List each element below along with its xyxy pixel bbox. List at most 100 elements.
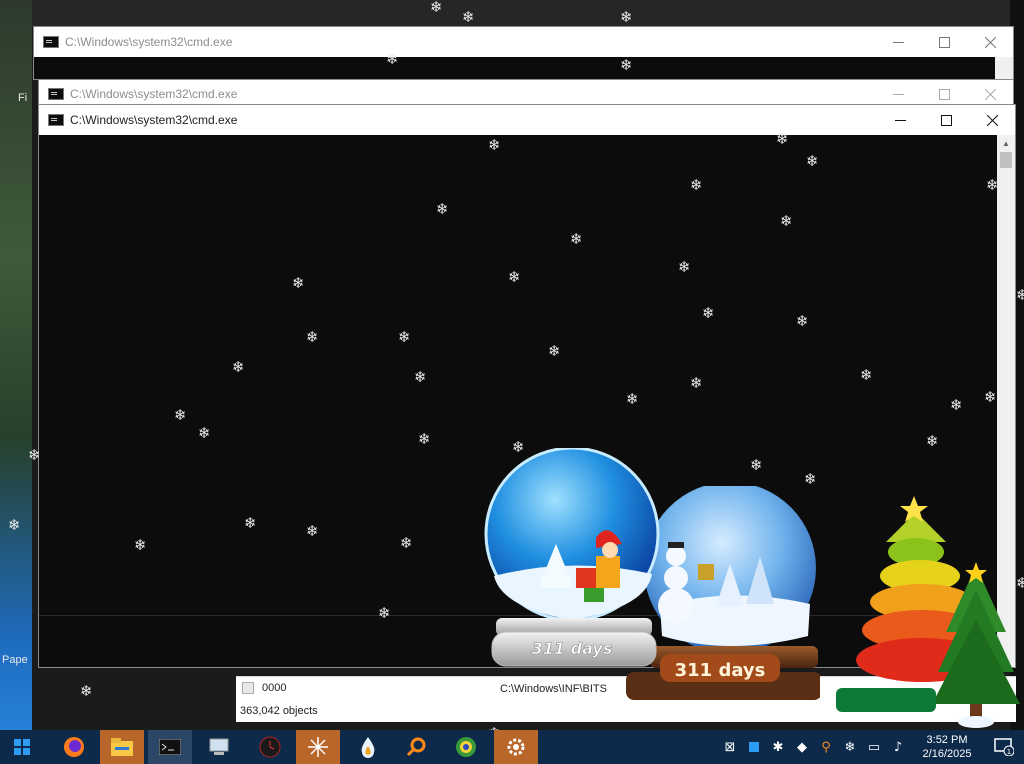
tray-blue-square-icon[interactable] (742, 730, 766, 764)
snowflake-icon: ❄ (806, 152, 819, 170)
snowflake-icon: ❄ (400, 534, 413, 552)
taskbar-file-explorer[interactable] (100, 730, 144, 764)
system-tray: ⊠ ✱ ◆ ⚲ ❄ ▭ ♪ 3:52 PM 2/16/2025 1 (718, 730, 1024, 764)
tray-search-icon[interactable]: ⚲ (814, 730, 838, 764)
taskbar-computer[interactable] (198, 730, 242, 764)
snowflake-icon: ❄ (780, 212, 793, 230)
desktop-label-2: Pape (2, 654, 28, 666)
globe-days-label: 311 days (675, 660, 766, 681)
desktop-top-strip (0, 0, 1024, 26)
snowflake-icon: ❄ (626, 390, 639, 408)
snowflake-icon: ❄ (306, 522, 319, 540)
snowflake-icon: ❄ (430, 0, 443, 16)
tray-network-icon[interactable]: ▭ (862, 730, 886, 764)
snow-globe-presents: 311 days (476, 446, 672, 670)
snowflake-icon: ❄ (378, 604, 391, 622)
snowflake-icon: ❄ (306, 328, 319, 346)
scrollbar[interactable] (995, 57, 1013, 79)
snowflake-icon: ❄ (984, 388, 997, 406)
minimize-button[interactable] (875, 27, 921, 57)
tray-snowflake-icon[interactable]: ❄ (838, 730, 862, 764)
console-area[interactable] (34, 57, 995, 79)
snowflake-icon: ❄ (548, 342, 561, 360)
snowflake-icon: ❄ (244, 514, 257, 532)
globe-app-icon (456, 737, 476, 757)
maximize-icon (938, 36, 950, 48)
close-icon (984, 88, 996, 100)
scroll-thumb[interactable] (1000, 152, 1012, 168)
file-name[interactable]: 0000 (262, 682, 286, 694)
snowflake-icon: ❄ (418, 430, 431, 448)
window-title: C:\Windows\system32\cmd.exe (65, 35, 233, 49)
minimize-icon (892, 41, 904, 43)
tray-network-security-icon[interactable]: ⊠ (718, 730, 742, 764)
snowflake-app-icon (308, 737, 328, 757)
snowflake-icon: ❄ (796, 312, 809, 330)
taskbar-water-app[interactable] (346, 730, 390, 764)
snowflake-icon: ❄ (134, 536, 147, 554)
close-button[interactable] (969, 105, 1015, 135)
cmd-icon (43, 36, 59, 48)
snowflake-icon: ❄ (80, 682, 93, 700)
taskbar-clock-app[interactable] (248, 730, 292, 764)
snowflake-icon: ❄ (750, 456, 763, 474)
maximize-icon (940, 114, 952, 126)
windows-start-icon (14, 739, 30, 755)
snowflake-icon: ❄ (570, 230, 583, 248)
object-count: 363,042 objects (240, 705, 318, 717)
cmd-icon (48, 114, 64, 126)
window-titlebar[interactable]: C:\Windows\system32\cmd.exe (34, 27, 1013, 57)
gear-app-icon (507, 738, 525, 756)
snowflake-icon: ❄ (414, 368, 427, 386)
notification-icon: 1 (994, 738, 1014, 756)
snowflake-icon: ❄ (232, 358, 245, 376)
maximize-icon (938, 88, 950, 100)
water-drop-icon (361, 737, 375, 758)
snowflake-icon: ❄ (860, 366, 873, 384)
window-titlebar[interactable]: C:\Windows\system32\cmd.exe (39, 105, 1015, 135)
snowflake-icon: ❄ (8, 516, 21, 534)
firefox-icon (64, 737, 84, 757)
maximize-button[interactable] (923, 105, 969, 135)
taskbar-command-prompt[interactable] (148, 730, 192, 764)
taskbar-clock[interactable]: 3:52 PM 2/16/2025 (910, 733, 984, 761)
taskbar: ⊠ ✱ ◆ ⚲ ❄ ▭ ♪ 3:52 PM 2/16/2025 1 (0, 730, 1024, 764)
snowflake-icon: ❄ (398, 328, 411, 346)
globe-days-label: 311 days (532, 639, 613, 658)
taskbar-firefox[interactable] (52, 730, 96, 764)
file-explorer-icon (111, 738, 133, 756)
snowflake-icon: ❄ (28, 446, 41, 464)
snowflake-icon: ❄ (804, 470, 817, 488)
tray-volume-icon[interactable]: ♪ (886, 730, 910, 764)
cmd-window-back[interactable]: C:\Windows\system32\cmd.exe (33, 26, 1014, 80)
command-prompt-icon (159, 739, 181, 755)
snowflake-icon: ❄ (702, 304, 715, 322)
clock-date: 2/16/2025 (922, 748, 972, 760)
minimize-button[interactable] (877, 105, 923, 135)
minimize-icon (894, 119, 906, 121)
desktop-label-1: Fi (18, 92, 28, 104)
snowflake-icon: ❄ (386, 50, 399, 68)
close-button[interactable] (967, 27, 1013, 57)
snowflake-icon: ❄ (950, 396, 963, 414)
tray-apps-icon[interactable]: ✱ (766, 730, 790, 764)
notification-center-button[interactable]: 1 (984, 730, 1024, 764)
snowflake-icon: ❄ (620, 56, 633, 74)
snowflake-icon: ❄ (436, 200, 449, 218)
start-button[interactable] (0, 730, 44, 764)
taskbar-snowflake-app[interactable] (296, 730, 340, 764)
snowflake-icon: ❄ (462, 8, 475, 26)
close-icon (986, 114, 998, 126)
taskbar-globe-app[interactable] (444, 730, 488, 764)
snowflake-icon: ❄ (690, 374, 703, 392)
tray-water-drop-icon[interactable]: ◆ (790, 730, 814, 764)
maximize-button[interactable] (921, 27, 967, 57)
scroll-up-arrow-icon[interactable]: ▲ (997, 135, 1015, 152)
desktop-wallpaper-strip (0, 0, 32, 730)
window-title: C:\Windows\system32\cmd.exe (70, 87, 238, 101)
computer-icon (209, 738, 229, 755)
snowflake-icon: ❄ (776, 130, 789, 148)
taskbar-settings-app[interactable] (494, 730, 538, 764)
snowflake-icon: ❄ (620, 8, 633, 26)
taskbar-search-app[interactable] (394, 730, 438, 764)
